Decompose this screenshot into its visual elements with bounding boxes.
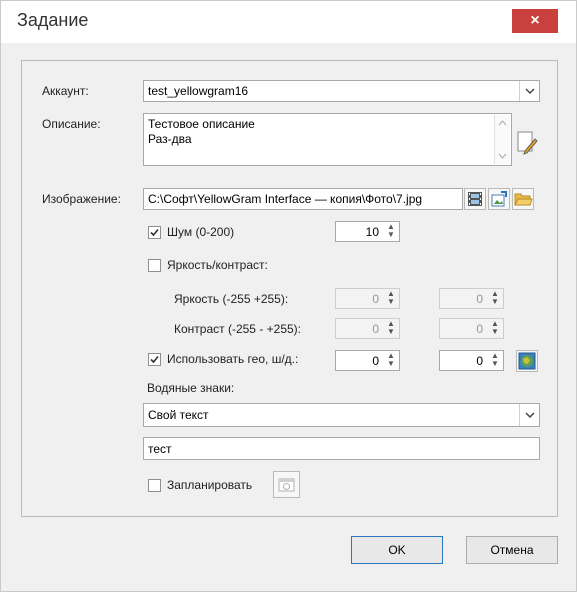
brightness-label: Яркость (-255 +255): xyxy=(174,292,289,306)
spin-arrows-icon[interactable]: ▲ ▼ xyxy=(488,290,502,308)
globe-icon xyxy=(518,352,536,370)
geo-lat-spinbox[interactable]: 0 ▲ ▼ xyxy=(335,350,400,371)
description-label: Описание: xyxy=(42,117,101,131)
close-button[interactable]: × xyxy=(512,9,558,33)
watermark-type-value: Свой текст xyxy=(148,408,209,422)
noise-value: 10 xyxy=(365,225,379,239)
watermark-type-dropdown[interactable]: Свой текст xyxy=(143,403,540,427)
contrast-spinbox-1[interactable]: 0 ▲ ▼ xyxy=(335,318,400,339)
checkmark-icon xyxy=(150,355,159,364)
film-button[interactable] xyxy=(464,188,486,210)
schedule-button[interactable] xyxy=(273,471,300,498)
image-edit-button[interactable] xyxy=(488,188,510,210)
account-value: test_yellowgram16 xyxy=(148,84,249,98)
image-label: Изображение: xyxy=(42,192,121,206)
form-panel: Аккаунт: test_yellowgram16 Описание: Тес… xyxy=(21,60,558,517)
spin-arrows-icon[interactable]: ▲ ▼ xyxy=(384,223,398,241)
description-textarea[interactable]: Тестовое описание Раз-два xyxy=(143,113,512,166)
edit-icon xyxy=(517,131,538,155)
description-line-2: Раз-два xyxy=(148,132,192,146)
folder-icon xyxy=(514,193,533,206)
noise-spinbox[interactable]: 10 ▲ ▼ xyxy=(335,221,400,242)
contrast-label: Контраст (-255 - +255): xyxy=(174,322,302,336)
spin-arrows-icon[interactable]: ▲ ▼ xyxy=(384,352,398,370)
account-dropdown[interactable]: test_yellowgram16 xyxy=(143,80,540,102)
open-folder-button[interactable] xyxy=(512,188,534,210)
brightness-contrast-checkbox[interactable] xyxy=(148,259,161,272)
image-edit-icon xyxy=(491,191,507,207)
brightness-spinbox-1[interactable]: 0 ▲ ▼ xyxy=(335,288,400,309)
chevron-down-icon[interactable] xyxy=(519,404,539,426)
watermark-label: Водяные знаки: xyxy=(147,381,235,395)
geo-label: Использовать гео, ш/д.: xyxy=(167,352,299,366)
image-path-field[interactable]: C:\Софт\YellowGram Interface — копия\Фот… xyxy=(143,188,463,210)
contrast-value-1: 0 xyxy=(372,322,379,336)
brightness-contrast-label: Яркость/контраст: xyxy=(167,258,268,272)
geo-checkbox[interactable] xyxy=(148,353,161,366)
description-scrollbar[interactable] xyxy=(494,115,510,164)
geo-lon-spinbox[interactable]: 0 ▲ ▼ xyxy=(439,350,504,371)
task-dialog: Задание × Аккаунт: test_yellowgram16 Опи… xyxy=(0,0,577,592)
noise-checkbox[interactable] xyxy=(148,226,161,239)
schedule-label: Запланировать xyxy=(167,478,253,492)
contrast-spinbox-2[interactable]: 0 ▲ ▼ xyxy=(439,318,504,339)
description-text: Тестовое описание Раз-два xyxy=(148,117,255,147)
chevron-down-icon[interactable] xyxy=(519,81,539,101)
spin-arrows-icon[interactable]: ▲ ▼ xyxy=(384,320,398,338)
noise-label: Шум (0-200) xyxy=(167,225,235,239)
edit-description-button[interactable] xyxy=(515,129,539,157)
watermark-text-field[interactable]: тест xyxy=(143,437,540,460)
title-bar: Задание × xyxy=(1,1,576,43)
image-path-value: C:\Софт\YellowGram Interface — копия\Фот… xyxy=(148,192,423,206)
checkmark-icon xyxy=(150,228,159,237)
brightness-spinbox-2[interactable]: 0 ▲ ▼ xyxy=(439,288,504,309)
ok-button[interactable]: OK xyxy=(351,536,443,564)
watermark-text-value: тест xyxy=(148,442,172,456)
spin-arrows-icon[interactable]: ▲ ▼ xyxy=(488,320,502,338)
window-title: Задание xyxy=(17,10,89,30)
film-icon xyxy=(468,192,482,206)
brightness-value-1: 0 xyxy=(372,292,379,306)
geo-lon-value: 0 xyxy=(476,354,483,368)
geo-map-button[interactable] xyxy=(516,350,538,372)
contrast-value-2: 0 xyxy=(476,322,483,336)
spin-arrows-icon[interactable]: ▲ ▼ xyxy=(384,290,398,308)
account-label: Аккаунт: xyxy=(42,84,89,98)
geo-lat-value: 0 xyxy=(372,354,379,368)
schedule-checkbox[interactable] xyxy=(148,479,161,492)
calendar-icon xyxy=(278,478,295,492)
brightness-value-2: 0 xyxy=(476,292,483,306)
cancel-button[interactable]: Отмена xyxy=(466,536,558,564)
description-line-1: Тестовое описание xyxy=(148,117,255,131)
spin-arrows-icon[interactable]: ▲ ▼ xyxy=(488,352,502,370)
